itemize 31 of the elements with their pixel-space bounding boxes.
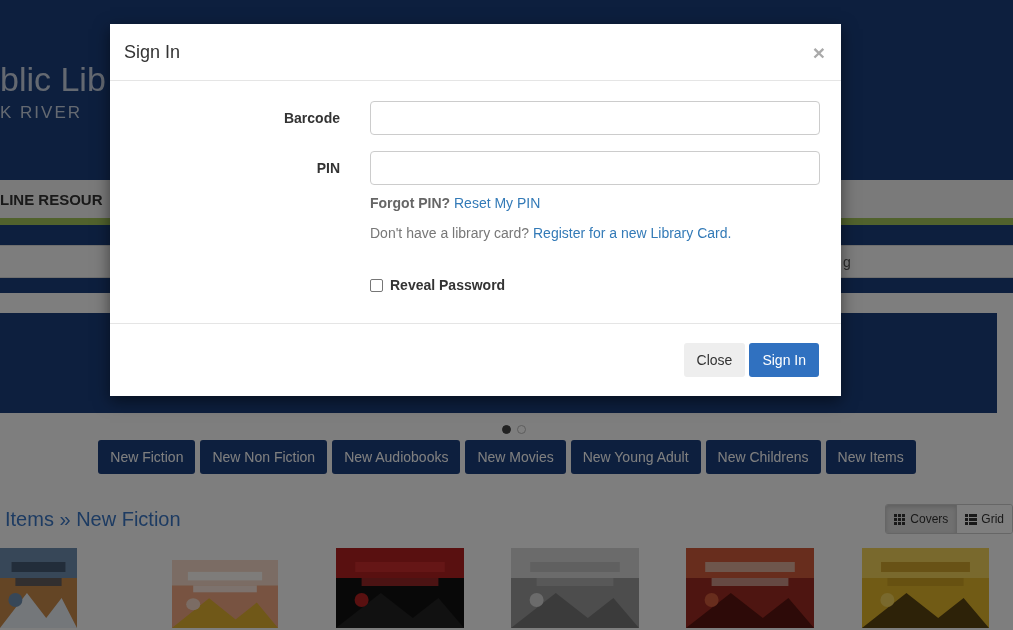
checkbox[interactable] xyxy=(370,278,383,292)
reveal-password-checkbox[interactable]: Reveal Password xyxy=(370,277,820,293)
view-toggle-button[interactable]: Grid xyxy=(956,505,1012,533)
collection-button[interactable]: New Fiction xyxy=(98,440,196,474)
collection-button[interactable]: New Childrens xyxy=(705,440,821,474)
carousel-dot[interactable] xyxy=(501,425,511,434)
list-icon xyxy=(965,513,978,525)
close-button[interactable]: Close xyxy=(683,343,746,377)
input-field[interactable] xyxy=(370,151,820,185)
search-bar-text: g xyxy=(843,253,851,270)
collection-button[interactable]: New Movies xyxy=(465,440,566,474)
dialog-title: Sign In xyxy=(124,41,181,63)
collection-button[interactable]: New Audiobooks xyxy=(332,440,461,474)
logo-subtitle: K RIVER xyxy=(0,103,83,123)
section-title: Items » New Fiction xyxy=(5,507,181,531)
field-label: Barcode xyxy=(283,110,340,126)
collection-button[interactable]: New Non Fiction xyxy=(200,440,328,474)
collection-button[interactable]: New Items xyxy=(825,440,916,474)
view-toggle-button[interactable]: Covers xyxy=(886,505,957,533)
register-text: Don't have a library card? Register for a new Library Card. xyxy=(370,225,733,241)
sign-in-button[interactable]: Sign In xyxy=(749,343,819,377)
carousel-dot[interactable] xyxy=(516,425,526,434)
input-field[interactable] xyxy=(370,101,820,135)
logo-title: blic Lib xyxy=(0,59,106,100)
field-label: PIN xyxy=(316,160,340,176)
collection-button[interactable]: New Young Adult xyxy=(570,440,701,474)
forgot-pin-text: Forgot PIN? Reset My PIN xyxy=(370,195,542,211)
reset-pin-link[interactable]: Reset My PIN xyxy=(454,195,541,211)
register-link[interactable]: Register for a new Library Card. xyxy=(533,225,732,241)
nav-item[interactable]: LINE RESOUR xyxy=(0,190,103,208)
grid-icon xyxy=(894,513,907,525)
